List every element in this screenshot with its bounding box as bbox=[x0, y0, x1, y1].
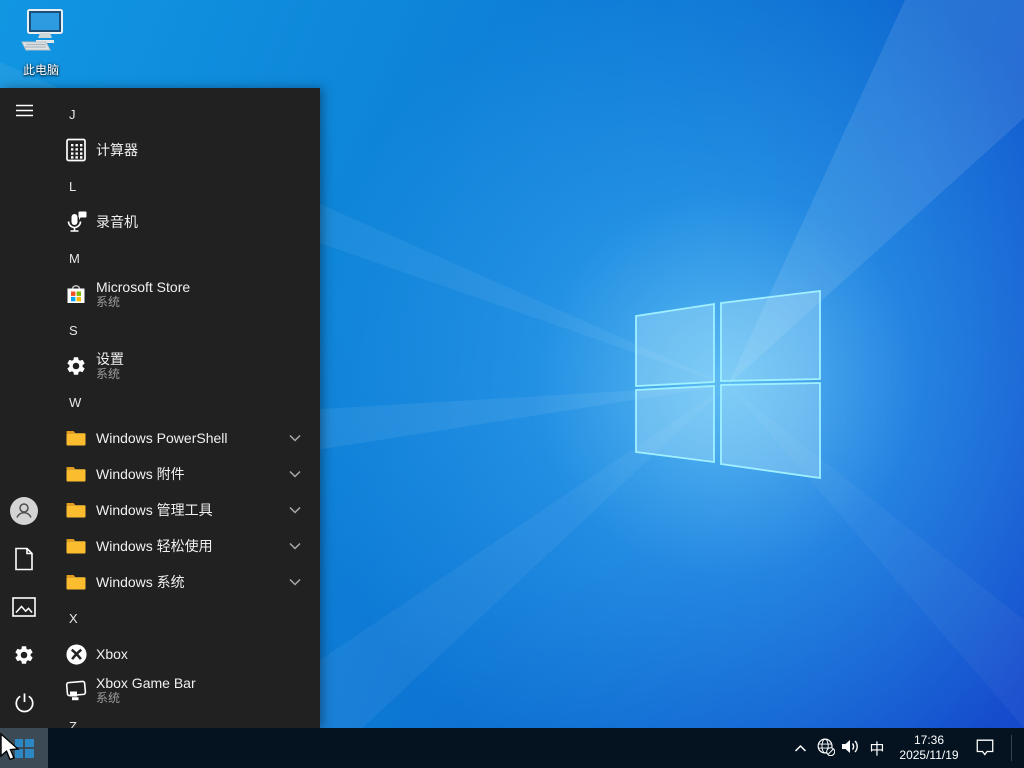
xbox-game-bar-icon bbox=[64, 678, 88, 702]
app-name: Xbox Game Bar bbox=[96, 675, 196, 691]
app-item-windows-powershell[interactable]: Windows PowerShell bbox=[48, 420, 320, 456]
app-item-录音机[interactable]: 录音机 bbox=[48, 204, 320, 240]
app-name: Windows 管理工具 bbox=[96, 502, 213, 518]
folder-icon bbox=[64, 462, 88, 486]
hamburger-icon bbox=[15, 104, 33, 120]
desktop-wallpaper: 此电脑 J 计算器 L 录音机 M Microsoft Store 系统 S 设置 系统 W Wind… bbox=[0, 0, 1024, 768]
rail-documents-button[interactable] bbox=[0, 536, 48, 584]
rail-user-button[interactable] bbox=[0, 488, 48, 536]
app-name: Xbox bbox=[96, 646, 128, 662]
folder-icon bbox=[64, 570, 88, 594]
app-item-microsoft-store[interactable]: Microsoft Store 系统 bbox=[48, 276, 320, 312]
section-letter-X[interactable]: X bbox=[48, 600, 320, 636]
this-pc-icon bbox=[16, 8, 66, 59]
section-letter-W[interactable]: W bbox=[48, 384, 320, 420]
tray-clock-button[interactable]: 17:36 2025/11/19 bbox=[891, 728, 967, 768]
desktop-icon-label: 此电脑 bbox=[22, 63, 59, 77]
app-name: 录音机 bbox=[96, 214, 138, 230]
chevron-down-icon[interactable] bbox=[289, 542, 301, 550]
globe-no-internet-icon bbox=[816, 737, 836, 759]
user-icon bbox=[9, 496, 39, 529]
section-letter-L[interactable]: L bbox=[48, 168, 320, 204]
documents-icon bbox=[14, 547, 34, 574]
section-letter-M[interactable]: M bbox=[48, 240, 320, 276]
chevron-down-icon[interactable] bbox=[289, 506, 301, 514]
tray-time: 17:36 bbox=[913, 733, 945, 747]
expand-menu-button[interactable] bbox=[0, 88, 48, 136]
system-tray: 中 17:36 2025/11/19 bbox=[787, 728, 1024, 768]
show-desktop-button[interactable] bbox=[1012, 728, 1024, 768]
app-item-windows-附件[interactable]: Windows 附件 bbox=[48, 456, 320, 492]
section-letter-S[interactable]: S bbox=[48, 312, 320, 348]
section-letter-Z[interactable]: Z bbox=[48, 708, 320, 729]
action-center-icon bbox=[975, 737, 995, 760]
chevron-down-icon[interactable] bbox=[289, 578, 301, 586]
voice-recorder-icon bbox=[64, 210, 88, 234]
settings-icon bbox=[13, 644, 35, 669]
app-name: Windows PowerShell bbox=[96, 430, 228, 446]
start-button[interactable] bbox=[0, 728, 48, 768]
tray-date: 2025/11/19 bbox=[899, 748, 959, 762]
rail-settings-button[interactable] bbox=[0, 632, 48, 680]
folder-icon bbox=[64, 426, 88, 450]
desktop-icon-this-pc[interactable]: 此电脑 bbox=[4, 8, 78, 78]
app-item-windows-系统[interactable]: Windows 系统 bbox=[48, 564, 320, 600]
tray-ime-button[interactable]: 中 bbox=[863, 728, 891, 768]
calculator-icon bbox=[64, 138, 88, 162]
app-item-windows-轻松使用[interactable]: Windows 轻松使用 bbox=[48, 528, 320, 564]
section-letter-label: L bbox=[69, 178, 77, 194]
tray-network-button[interactable] bbox=[813, 728, 838, 768]
app-subtitle: 系统 bbox=[96, 691, 121, 705]
start-menu-rail bbox=[0, 88, 48, 728]
microsoft-store-icon bbox=[64, 282, 88, 306]
taskbar: 中 17:36 2025/11/19 bbox=[0, 728, 1024, 768]
start-menu-app-list: J 计算器 L 录音机 M Microsoft Store 系统 S 设置 系统 W Windows … bbox=[48, 88, 320, 728]
section-letter-label: M bbox=[69, 250, 80, 266]
chevron-up-icon bbox=[794, 741, 807, 756]
rail-power-button[interactable] bbox=[0, 680, 48, 728]
section-letter-label: S bbox=[69, 322, 78, 338]
app-name: Windows 轻松使用 bbox=[96, 538, 213, 554]
windows-logo-icon bbox=[14, 738, 34, 758]
app-subtitle: 系统 bbox=[96, 367, 121, 381]
power-icon bbox=[14, 692, 35, 717]
tray-volume-button[interactable] bbox=[838, 728, 863, 768]
app-name: Windows 附件 bbox=[96, 466, 185, 482]
settings-app-icon bbox=[64, 354, 88, 378]
app-subtitle: 系统 bbox=[96, 295, 121, 309]
rail-pictures-button[interactable] bbox=[0, 584, 48, 632]
section-letter-label: X bbox=[69, 610, 78, 626]
pictures-icon bbox=[12, 596, 36, 620]
app-item-windows-管理工具[interactable]: Windows 管理工具 bbox=[48, 492, 320, 528]
app-item-计算器[interactable]: 计算器 bbox=[48, 132, 320, 168]
app-name: 计算器 bbox=[96, 142, 138, 158]
app-name: Microsoft Store bbox=[96, 279, 191, 295]
chevron-down-icon[interactable] bbox=[289, 434, 301, 442]
section-letter-label: J bbox=[69, 106, 76, 122]
speaker-icon bbox=[841, 738, 860, 758]
section-letter-label: W bbox=[69, 394, 82, 410]
start-menu: J 计算器 L 录音机 M Microsoft Store 系统 S 设置 系统 W Windows … bbox=[0, 88, 320, 728]
app-item-xbox[interactable]: Xbox bbox=[48, 636, 320, 672]
app-name: Windows 系统 bbox=[96, 574, 185, 590]
folder-icon bbox=[64, 498, 88, 522]
app-item-设置[interactable]: 设置 系统 bbox=[48, 348, 320, 384]
action-center-button[interactable] bbox=[967, 728, 1003, 768]
xbox-icon bbox=[64, 642, 88, 666]
rail-bottom-group bbox=[0, 488, 48, 728]
app-name: 设置 bbox=[96, 351, 124, 367]
folder-icon bbox=[64, 534, 88, 558]
app-item-xbox-game-bar[interactable]: Xbox Game Bar 系统 bbox=[48, 672, 320, 708]
section-letter-label: Z bbox=[69, 718, 77, 729]
chevron-down-icon[interactable] bbox=[289, 470, 301, 478]
section-letter-J[interactable]: J bbox=[48, 96, 320, 132]
tray-show-hidden-icons-button[interactable] bbox=[787, 728, 813, 768]
